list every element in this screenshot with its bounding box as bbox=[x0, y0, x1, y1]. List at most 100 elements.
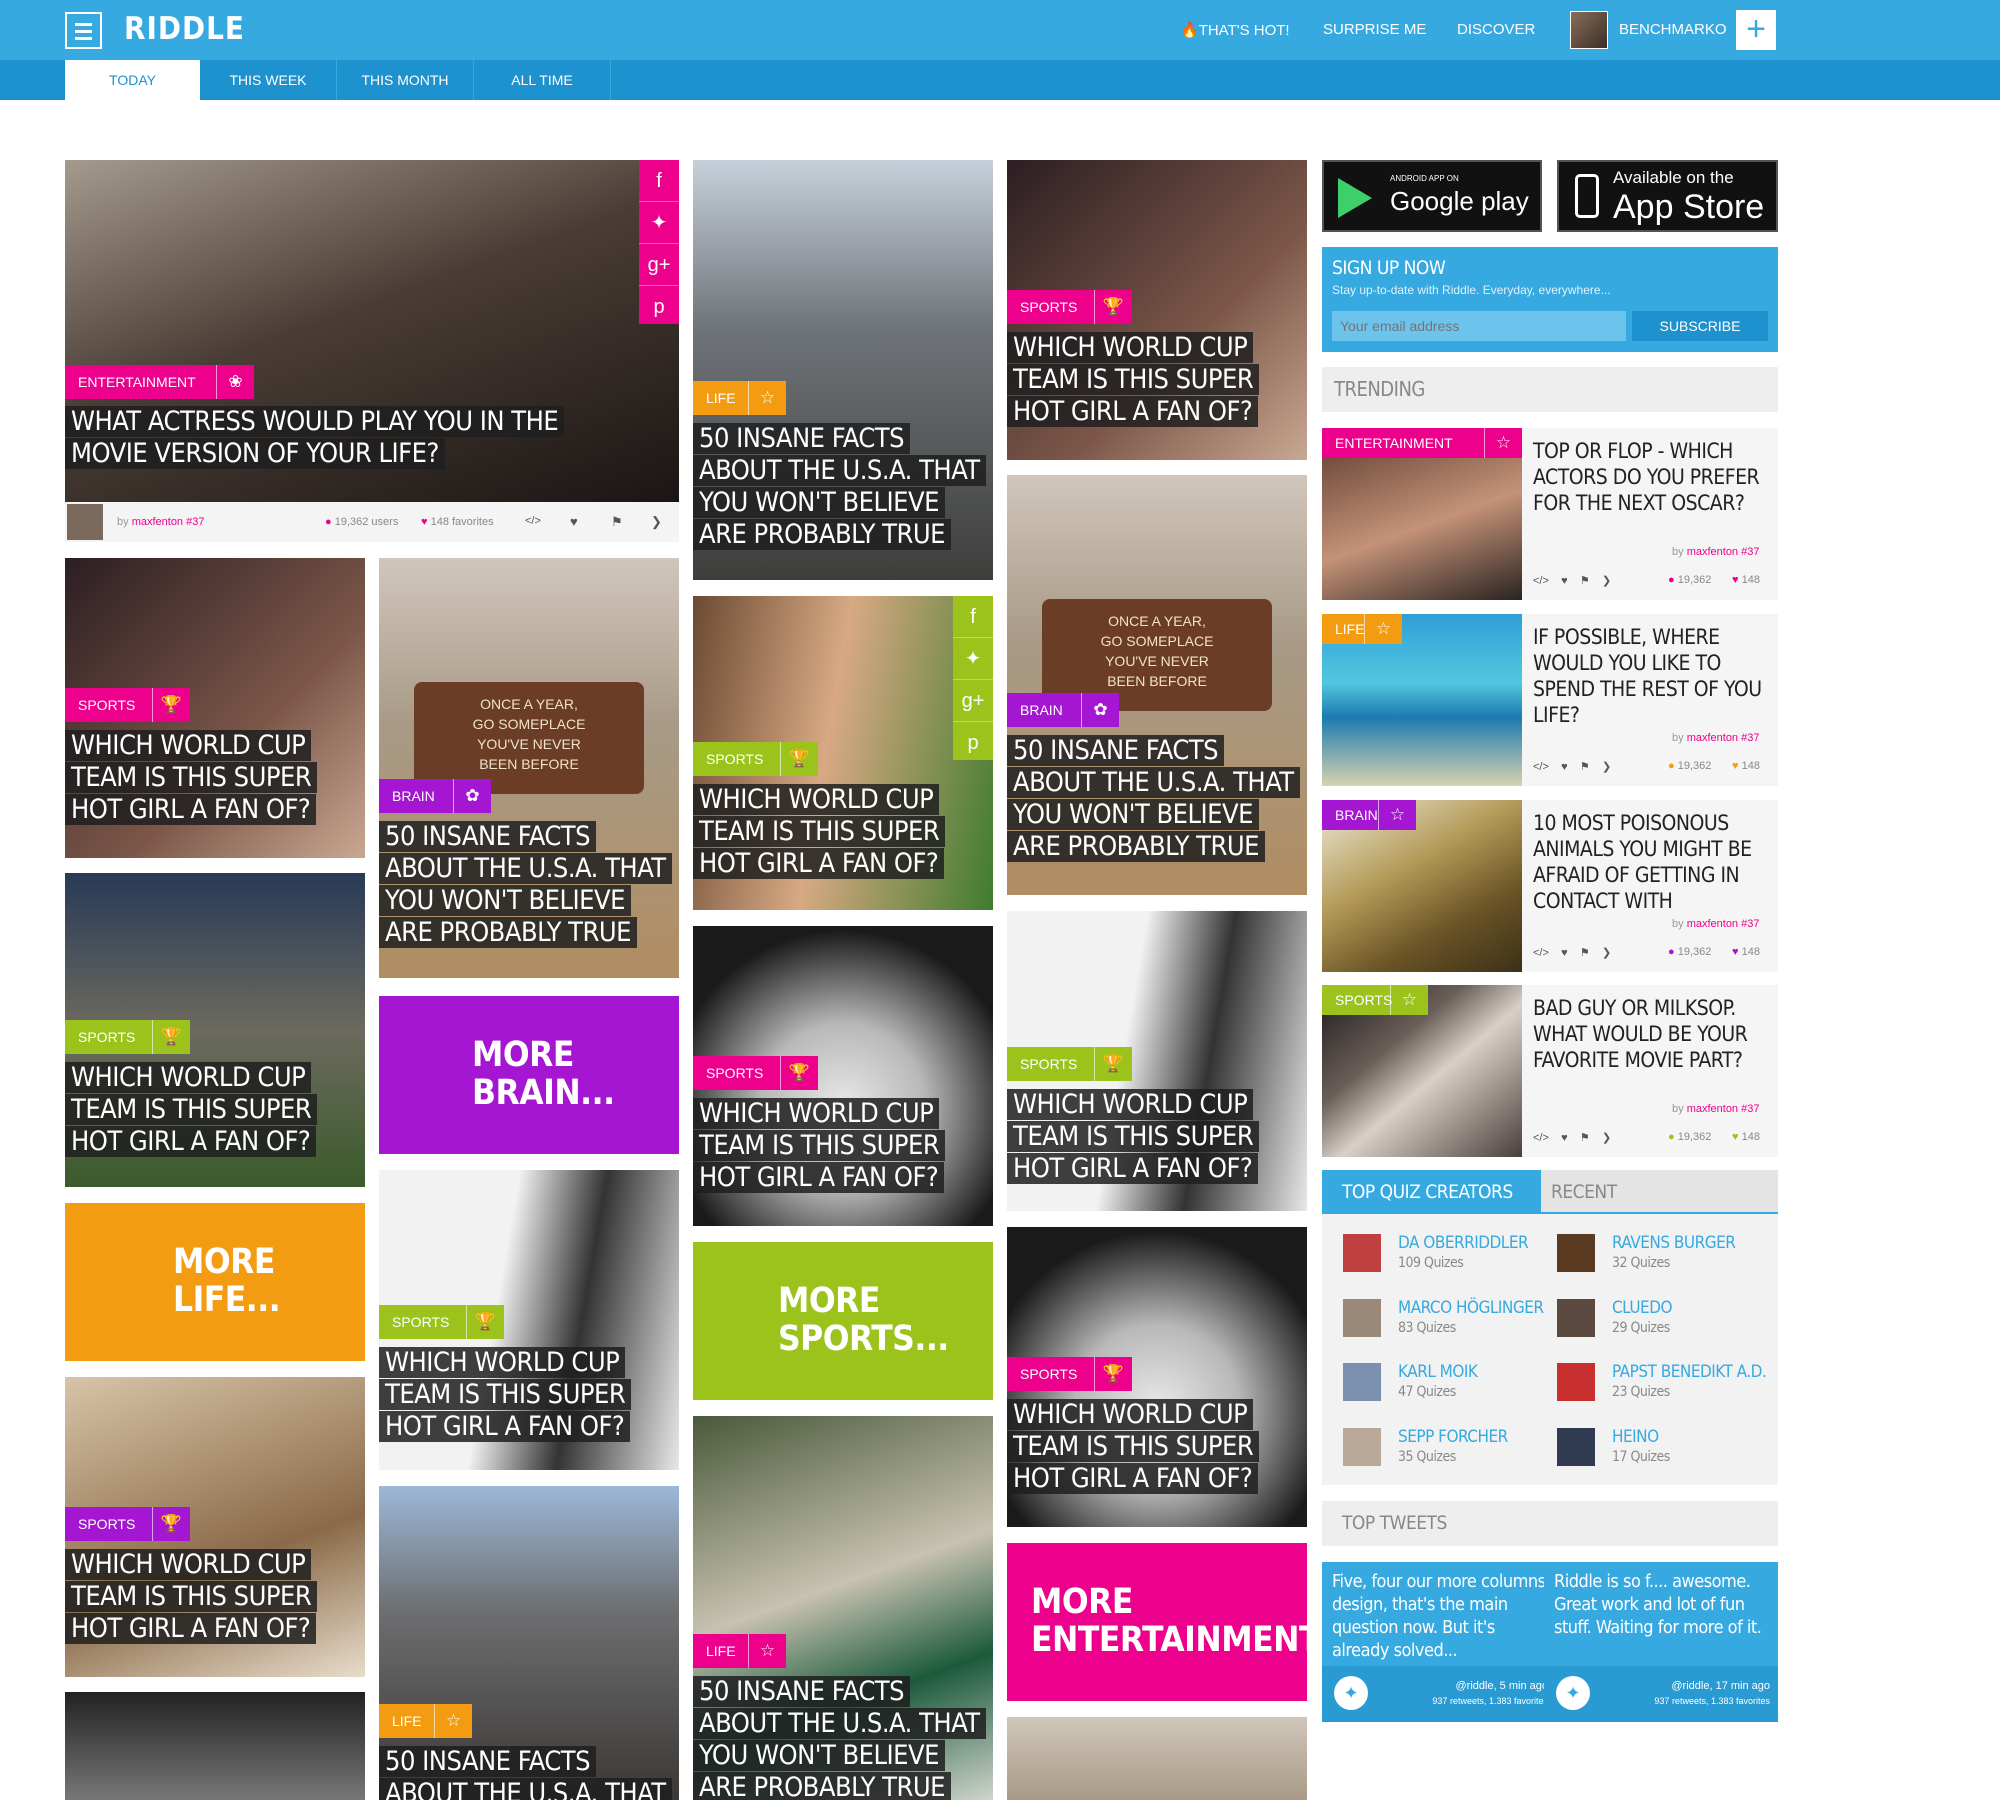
author-avatar[interactable] bbox=[67, 504, 103, 540]
quiz-card[interactable]: SPORTS 🏆 WHICH WORLD CUP TEAM IS THIS SUP… bbox=[1007, 160, 1307, 460]
logo[interactable]: RIDDLE bbox=[124, 11, 245, 47]
quiz-card[interactable]: LIFE ☆ 50 INSANE FACTS ABOUT THE U.S.A. T… bbox=[693, 1416, 993, 1800]
nav-discover[interactable]: DISCOVER bbox=[1457, 21, 1535, 38]
google-plus-icon[interactable]: g+ bbox=[639, 244, 679, 286]
trending-item[interactable]: ENTERTAINMENT ☆ TOP OR FLOP - WHICH ACTOR… bbox=[1322, 428, 1778, 600]
more-sports-button[interactable]: MORE SPORTS... bbox=[693, 1242, 993, 1400]
quiz-card[interactable]: SPORTS 🏆 WHICH WORLD CUP TEAM IS THIS SUP… bbox=[1007, 911, 1307, 1211]
tab-this-month[interactable]: THIS MONTH bbox=[337, 60, 474, 100]
google-plus-icon[interactable]: g+ bbox=[953, 680, 993, 722]
heart-icon[interactable]: ♥ bbox=[1561, 761, 1568, 773]
user-avatar[interactable] bbox=[1570, 11, 1608, 49]
more-brain-button[interactable]: MORE BRAIN... bbox=[379, 996, 679, 1154]
quiz-card[interactable]: LIFE ☆ 50 INSANE FACTS ABOUT THE U.S.A. T… bbox=[693, 160, 993, 580]
app-store-badge[interactable]: Available on the App Store bbox=[1557, 160, 1778, 232]
author-link[interactable]: maxfenton #37 bbox=[132, 516, 205, 528]
quiz-card[interactable]: SPORTS 🏆 WHICH WORLD CUP TEAM IS THIS SUP… bbox=[693, 926, 993, 1226]
creator-name[interactable]: CLUEDO bbox=[1612, 1298, 1673, 1318]
flag-icon[interactable]: ⚑ bbox=[611, 514, 623, 530]
flag-icon[interactable]: ⚑ bbox=[1580, 761, 1590, 773]
facebook-icon[interactable]: f bbox=[953, 596, 993, 638]
action-icons[interactable]: </> ♥ ⚑ ❯ bbox=[1533, 760, 1611, 773]
more-entertainment-button[interactable]: MOREENTERTAINMENT... bbox=[1007, 1543, 1307, 1701]
chevron-down-icon[interactable]: ❯ bbox=[651, 514, 662, 530]
trending-item[interactable]: BRAIN ☆ 10 MOST POISONOUS ANIMALS YOU MIG… bbox=[1322, 800, 1778, 972]
heart-icon[interactable]: ♥ bbox=[1561, 947, 1568, 959]
creator-avatar[interactable] bbox=[1343, 1299, 1381, 1337]
favorite-heart-icon[interactable]: ♥ bbox=[570, 514, 578, 529]
creator-name[interactable]: DA OBERRIDDLER bbox=[1398, 1233, 1529, 1253]
creator-name[interactable]: PAPST BENEDIKT A.D. bbox=[1612, 1362, 1767, 1382]
action-icons[interactable]: </> ♥ ⚑ ❯ bbox=[1533, 946, 1611, 959]
more-life-button[interactable]: MORE LIFE... bbox=[65, 1203, 365, 1361]
chevron-down-icon[interactable]: ❯ bbox=[1602, 947, 1611, 959]
flag-icon[interactable]: ⚑ bbox=[1580, 575, 1590, 587]
quiz-card[interactable]: ONCE A YEAR, GO SOMEPLACE YOU'VE NEVER BEEN… bbox=[1007, 475, 1307, 895]
action-icons[interactable]: </> ♥ ⚑ ❯ bbox=[1533, 1131, 1611, 1144]
creator-name[interactable]: RAVENS BURGER bbox=[1612, 1233, 1736, 1253]
creator-avatar[interactable] bbox=[1343, 1428, 1381, 1466]
flag-icon[interactable]: ⚑ bbox=[1580, 1132, 1590, 1144]
tweet-author[interactable]: @riddle, 5 min ago bbox=[1456, 1680, 1549, 1692]
creator-avatar[interactable] bbox=[1343, 1363, 1381, 1401]
quiz-card[interactable]: ONCE A YEAR, GO SOMEPLACE YOU'VE NEVER BEEN… bbox=[379, 558, 679, 978]
hamburger-menu-button[interactable] bbox=[65, 12, 102, 49]
quiz-card[interactable]: SPORTS 🏆 WHICH WORLD CUP TEAM IS THIS SUP… bbox=[693, 596, 993, 910]
author-link[interactable]: maxfenton #37 bbox=[1687, 732, 1760, 744]
tab-recent[interactable]: RECENT bbox=[1541, 1170, 1778, 1214]
author-link[interactable]: maxfenton #37 bbox=[1687, 918, 1760, 930]
facebook-icon[interactable]: f bbox=[639, 160, 679, 202]
quiz-card[interactable]: SPORTS 🏆 WHICH WORLD CUP TEAM IS THIS SUP… bbox=[65, 1377, 365, 1677]
quiz-card[interactable]: SPORTS 🏆 WHICH WORLD CUP TEAM IS THIS SUP… bbox=[1007, 1227, 1307, 1527]
user-name[interactable]: BENCHMARKO bbox=[1619, 21, 1727, 38]
tweet-card[interactable]: Five, four our more columns design, that… bbox=[1322, 1562, 1556, 1722]
creator-avatar[interactable] bbox=[1343, 1234, 1381, 1272]
creator-name[interactable]: KARL MOIK bbox=[1398, 1362, 1478, 1382]
action-icons[interactable]: </> ♥ ⚑ ❯ bbox=[1533, 574, 1611, 587]
trending-item[interactable]: SPORTS ☆ BAD GUY OR MILKSOP. WHAT WOULD B… bbox=[1322, 985, 1778, 1157]
film-reel-icon: ❀ bbox=[216, 365, 254, 399]
tab-top-quiz-creators[interactable]: TOP QUIZ CREATORS bbox=[1322, 1170, 1541, 1214]
creator-name[interactable]: HEINO bbox=[1612, 1427, 1659, 1447]
chevron-down-icon[interactable]: ❯ bbox=[1602, 1132, 1611, 1144]
quiz-card[interactable]: SPORTS 🏆 WHICH WORLD CUP TEAM IS THIS SUP… bbox=[65, 558, 365, 858]
pinterest-icon[interactable]: p bbox=[953, 722, 993, 764]
tweet-card[interactable]: Riddle is so f.... awesome. Great work a… bbox=[1544, 1562, 1778, 1722]
quiz-card[interactable]: SPORTS 🏆 WHICH WORLD CUP TEAM IS THIS SUP… bbox=[379, 1170, 679, 1470]
quiz-card[interactable] bbox=[1007, 1717, 1307, 1800]
twitter-icon[interactable]: ✦ bbox=[953, 638, 993, 680]
author-link[interactable]: maxfenton #37 bbox=[1687, 1103, 1760, 1115]
twitter-icon[interactable]: ✦ bbox=[639, 202, 679, 244]
heart-icon[interactable]: ♥ bbox=[1561, 575, 1568, 587]
email-input[interactable] bbox=[1332, 311, 1626, 341]
creator-avatar[interactable] bbox=[1557, 1234, 1595, 1272]
nav-surprise-me[interactable]: SURPRISE ME bbox=[1323, 21, 1426, 38]
quiz-card[interactable]: LIFE ☆ 50 INSANE FACTS ABOUT THE U.S.A. T… bbox=[379, 1486, 679, 1800]
tab-today[interactable]: TODAY bbox=[65, 60, 200, 100]
creator-avatar[interactable] bbox=[1557, 1363, 1595, 1401]
subscribe-button[interactable]: SUBSCRIBE bbox=[1632, 311, 1768, 341]
tab-all-time[interactable]: ALL TIME bbox=[474, 60, 611, 100]
creator-avatar[interactable] bbox=[1557, 1428, 1595, 1466]
chevron-down-icon[interactable]: ❯ bbox=[1602, 575, 1611, 587]
tab-this-week[interactable]: THIS WEEK bbox=[200, 60, 337, 100]
users-count-text: 19,362 bbox=[1677, 946, 1712, 958]
flag-icon[interactable]: ⚑ bbox=[1580, 947, 1590, 959]
creator-avatar[interactable] bbox=[1557, 1299, 1595, 1337]
embed-icon[interactable]: </> bbox=[525, 515, 541, 527]
creator-name[interactable]: MARCO HÖGLINGER bbox=[1398, 1298, 1544, 1318]
heart-icon[interactable]: ♥ bbox=[1561, 1132, 1568, 1144]
author-link[interactable]: maxfenton #37 bbox=[1687, 546, 1760, 558]
creator-name[interactable]: SEPP FORCHER bbox=[1398, 1427, 1508, 1447]
google-play-badge[interactable]: ANDROID APP ON Google play bbox=[1322, 160, 1542, 232]
quiz-card[interactable] bbox=[65, 1692, 365, 1800]
quiz-card[interactable]: SPORTS 🏆 WHICH WORLD CUP TEAM IS THIS SUP… bbox=[65, 873, 365, 1187]
pinterest-icon[interactable]: p bbox=[639, 286, 679, 328]
featured-quiz-card[interactable]: ENTERTAINMENT ❀ WHAT ACTRESS WOULD PLAY Y… bbox=[65, 160, 679, 502]
category-label: SPORTS bbox=[1020, 1366, 1078, 1382]
trending-item[interactable]: LIFE ☆ IF POSSIBLE, WHERE WOULD YOU LIKE … bbox=[1322, 614, 1778, 786]
nav-thats-hot[interactable]: 🔥THAT'S HOT! bbox=[1180, 21, 1290, 39]
tweet-author[interactable]: @riddle, 17 min ago bbox=[1671, 1680, 1770, 1692]
chevron-down-icon[interactable]: ❯ bbox=[1602, 761, 1611, 773]
create-quiz-button[interactable]: + bbox=[1736, 10, 1776, 50]
